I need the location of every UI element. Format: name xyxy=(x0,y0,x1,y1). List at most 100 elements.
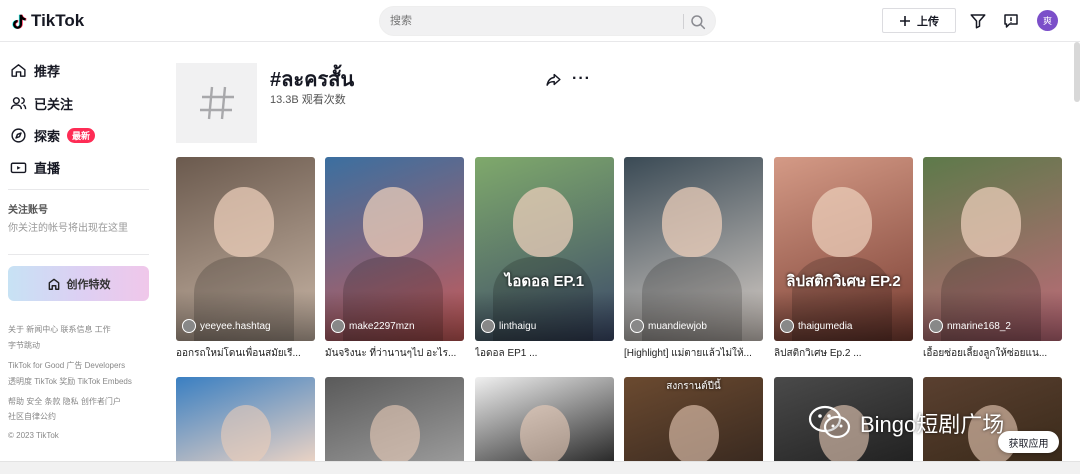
video-overlay-text: ลิปสติกวิเศษ EP.2 xyxy=(786,273,901,290)
author-name: thaigumedia xyxy=(798,320,853,332)
search-divider xyxy=(683,14,684,29)
person-silhouette xyxy=(662,187,722,257)
video-thumbnail[interactable]: สงกรานต์ปีนี้ xyxy=(624,377,763,461)
footer-links-4[interactable]: 帮助 安全 条款 隐私 创作者门户 xyxy=(8,396,121,407)
sidebar-item-live[interactable]: 直播 xyxy=(10,157,60,177)
video-overlay-text: สงกรานต์ปีนี้ xyxy=(666,381,721,392)
person-silhouette xyxy=(520,405,570,461)
following-accounts-title: 关注账号 xyxy=(8,205,48,216)
user-avatar[interactable]: 爽 xyxy=(1037,10,1058,31)
home-icon xyxy=(11,63,26,77)
sidebar-item-label: 探索 xyxy=(34,128,61,144)
thumbnail-gradient xyxy=(624,291,763,341)
author-name: linthaigu xyxy=(499,320,537,332)
search-input[interactable] xyxy=(390,12,670,30)
sidebar-item-following[interactable]: 已关注 xyxy=(10,93,73,113)
share-icon[interactable] xyxy=(545,71,562,88)
tiktok-logo[interactable]: TikTok xyxy=(10,11,84,31)
video-card[interactable] xyxy=(176,377,315,461)
author-avatar xyxy=(630,319,644,333)
video-card[interactable]: nmarine168_2 เอื้อยซ่อยเลี้ยงลูกให้ซ่อยแน… xyxy=(923,157,1062,361)
sidebar-item-explore[interactable]: 探索 最新 xyxy=(10,125,96,145)
video-caption[interactable]: [Highlight] แม่ตายแล้วไม่ให้... xyxy=(624,346,763,361)
video-author[interactable]: linthaigu xyxy=(481,319,536,333)
video-caption[interactable]: เอื้อยซ่อยเลี้ยงลูกให้ซ่อยแน... xyxy=(923,346,1062,361)
thumbnail-gradient xyxy=(325,291,464,341)
video-thumbnail[interactable]: ไอดอล EP.1 linthaigu xyxy=(475,157,614,341)
footer-links-5[interactable]: 社区自律公约 xyxy=(8,411,56,422)
sidebar-item-label: 推荐 xyxy=(34,63,61,79)
video-thumbnail[interactable]: make2297mzn xyxy=(325,157,464,341)
video-caption[interactable]: ไอดอล EP1 ... xyxy=(475,346,614,361)
video-card[interactable]: ไอดอล EP.1 linthaigu ไอดอล EP1 ... xyxy=(475,157,614,361)
video-caption[interactable]: ลิปสติกวิเศษ Ep.2 ... xyxy=(774,346,913,361)
video-author[interactable]: nmarine168_2 xyxy=(929,319,1011,333)
video-card[interactable]: สงกรานต์ปีนี้ xyxy=(624,377,763,461)
author-avatar xyxy=(780,319,794,333)
video-thumbnail[interactable]: nmarine168_2 xyxy=(923,157,1062,341)
person-silhouette xyxy=(214,187,274,257)
video-author[interactable]: make2297mzn xyxy=(331,319,415,333)
new-badge: 最新 xyxy=(67,127,96,143)
video-thumbnail[interactable]: ลิปสติกวิเศษ EP.2 thaigumedia xyxy=(774,157,913,341)
hashtag-view-count: 13.3B 观看次数 xyxy=(270,94,346,106)
watermark: Bingo短剧广场 xyxy=(808,405,1004,441)
person-silhouette xyxy=(363,187,423,257)
thumbnail-gradient xyxy=(475,291,614,341)
sidebar-item-recommended[interactable]: 推荐 xyxy=(10,60,60,80)
effects-house-icon xyxy=(48,278,59,290)
horizontal-scrollbar[interactable] xyxy=(0,461,1080,474)
author-avatar xyxy=(331,319,345,333)
filter-icon[interactable] xyxy=(969,12,987,30)
hashtag-thumbnail xyxy=(176,63,257,143)
video-thumbnail[interactable] xyxy=(176,377,315,461)
video-card[interactable]: ลิปสติกวิเศษ EP.2 thaigumedia ลิปสติกวิเศษ… xyxy=(774,157,913,361)
author-name: yeeyee.hashtag xyxy=(200,320,271,332)
video-card[interactable]: make2297mzn มันจริงนะ ที่ว่านานๆไป อะไร..… xyxy=(325,157,464,361)
thumbnail-gradient xyxy=(176,291,315,341)
search-icon[interactable] xyxy=(689,13,707,31)
footer-company[interactable]: 字节跳动 xyxy=(8,340,40,351)
video-author[interactable]: muandiewjob xyxy=(630,319,707,333)
sidebar: 推荐 已关注 探索 最新 直播 关注账号 你关注的帐号将出现在这里 创作特效 关… xyxy=(0,42,160,474)
video-card[interactable]: yeeyee.hashtag ออกรถใหม่โดนเพื่อนสมัยเรี.… xyxy=(176,157,315,361)
person-silhouette xyxy=(370,405,420,461)
create-effects-button[interactable]: 创作特效 xyxy=(8,266,149,301)
sidebar-divider xyxy=(8,254,149,255)
author-avatar xyxy=(481,319,495,333)
video-author[interactable]: thaigumedia xyxy=(780,319,852,333)
author-avatar xyxy=(182,319,196,333)
person-silhouette xyxy=(961,187,1021,257)
footer-links-3[interactable]: 透明度 TikTok 奖励 TikTok Embeds xyxy=(8,376,132,387)
logo-text: TikTok xyxy=(31,11,85,30)
more-options-icon[interactable]: ··· xyxy=(572,70,591,88)
users-icon xyxy=(10,96,27,109)
video-card[interactable] xyxy=(325,377,464,461)
tiktok-note-icon xyxy=(12,14,27,29)
vertical-scrollbar[interactable] xyxy=(1074,42,1080,102)
video-card[interactable]: muandiewjob [Highlight] แม่ตายแล้วไม่ให้.… xyxy=(624,157,763,361)
person-silhouette xyxy=(669,405,719,461)
video-caption[interactable]: ออกรถใหม่โดนเพื่อนสมัยเรี... xyxy=(176,346,315,361)
footer-links-2[interactable]: TikTok for Good 广告 Developers xyxy=(8,360,125,371)
thumbnail-gradient xyxy=(774,291,913,341)
video-card[interactable] xyxy=(475,377,614,461)
video-thumbnail[interactable] xyxy=(325,377,464,461)
author-name: muandiewjob xyxy=(648,320,707,332)
video-thumbnail[interactable]: yeeyee.hashtag xyxy=(176,157,315,341)
video-author[interactable]: yeeyee.hashtag xyxy=(182,319,271,333)
message-icon[interactable] xyxy=(1002,12,1020,30)
sidebar-divider xyxy=(8,189,149,190)
get-app-button[interactable]: 获取应用 xyxy=(998,431,1059,453)
video-thumbnail[interactable]: muandiewjob xyxy=(624,157,763,341)
live-icon xyxy=(10,162,27,173)
upload-button[interactable]: 上传 xyxy=(882,8,956,33)
top-bar: TikTok 上传 爽 xyxy=(0,0,1080,42)
hashtag-icon xyxy=(199,86,234,120)
video-thumbnail[interactable] xyxy=(475,377,614,461)
plus-icon xyxy=(900,15,910,26)
video-caption[interactable]: มันจริงนะ ที่ว่านานๆไป อะไร... xyxy=(325,346,464,361)
search-bar xyxy=(379,6,716,36)
author-name: make2297mzn xyxy=(349,320,415,332)
footer-links-1[interactable]: 关于 新闻中心 联系信息 工作 xyxy=(8,324,111,335)
